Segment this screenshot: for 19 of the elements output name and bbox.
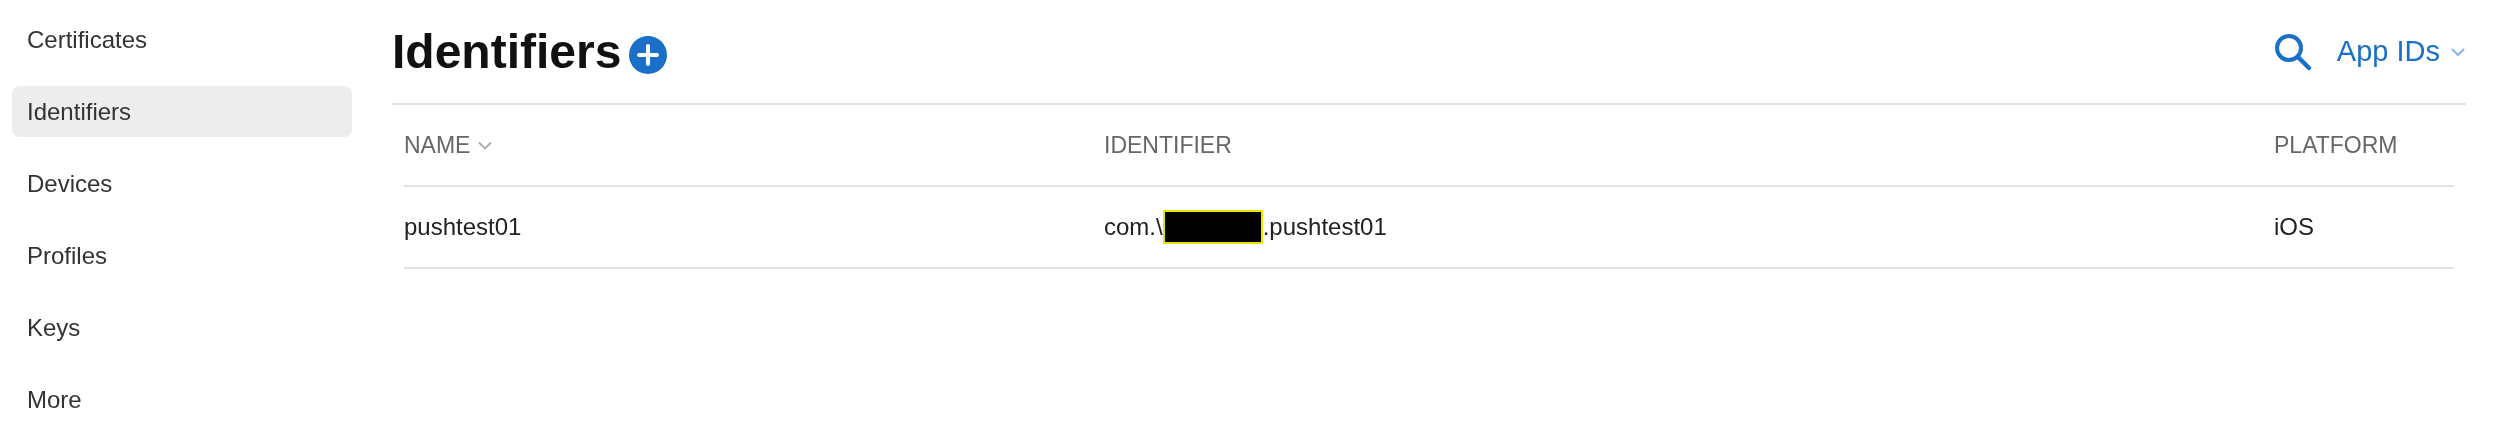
sort-icon: [478, 140, 493, 150]
sidebar-item[interactable]: Devices: [12, 158, 352, 209]
filter-dropdown[interactable]: App IDs: [2336, 29, 2466, 74]
sidebar-item[interactable]: Profiles: [12, 230, 352, 281]
sidebar-item[interactable]: Keys: [12, 302, 352, 353]
table-cell-text: pushtest01: [404, 212, 522, 242]
column-header: PLATFORM: [2274, 131, 2398, 160]
column-header[interactable]: NAME: [404, 104, 471, 186]
table-cell-text: iOS: [2274, 212, 2314, 242]
identifier-text: .pushtest01: [1262, 212, 1387, 242]
sidebar-item[interactable]: Certificates: [12, 14, 352, 65]
sidebar-item[interactable]: Identifiers: [12, 86, 352, 137]
column-header: IDENTIFIER: [1104, 131, 1232, 160]
add-button[interactable]: [629, 35, 668, 74]
search-button[interactable]: [2272, 31, 2313, 72]
chevron-down-icon: [2450, 46, 2466, 57]
identifier-text: com.\: [1104, 212, 1163, 242]
page-title: Identifiers: [392, 27, 622, 76]
sidebar-item[interactable]: More: [12, 374, 352, 425]
